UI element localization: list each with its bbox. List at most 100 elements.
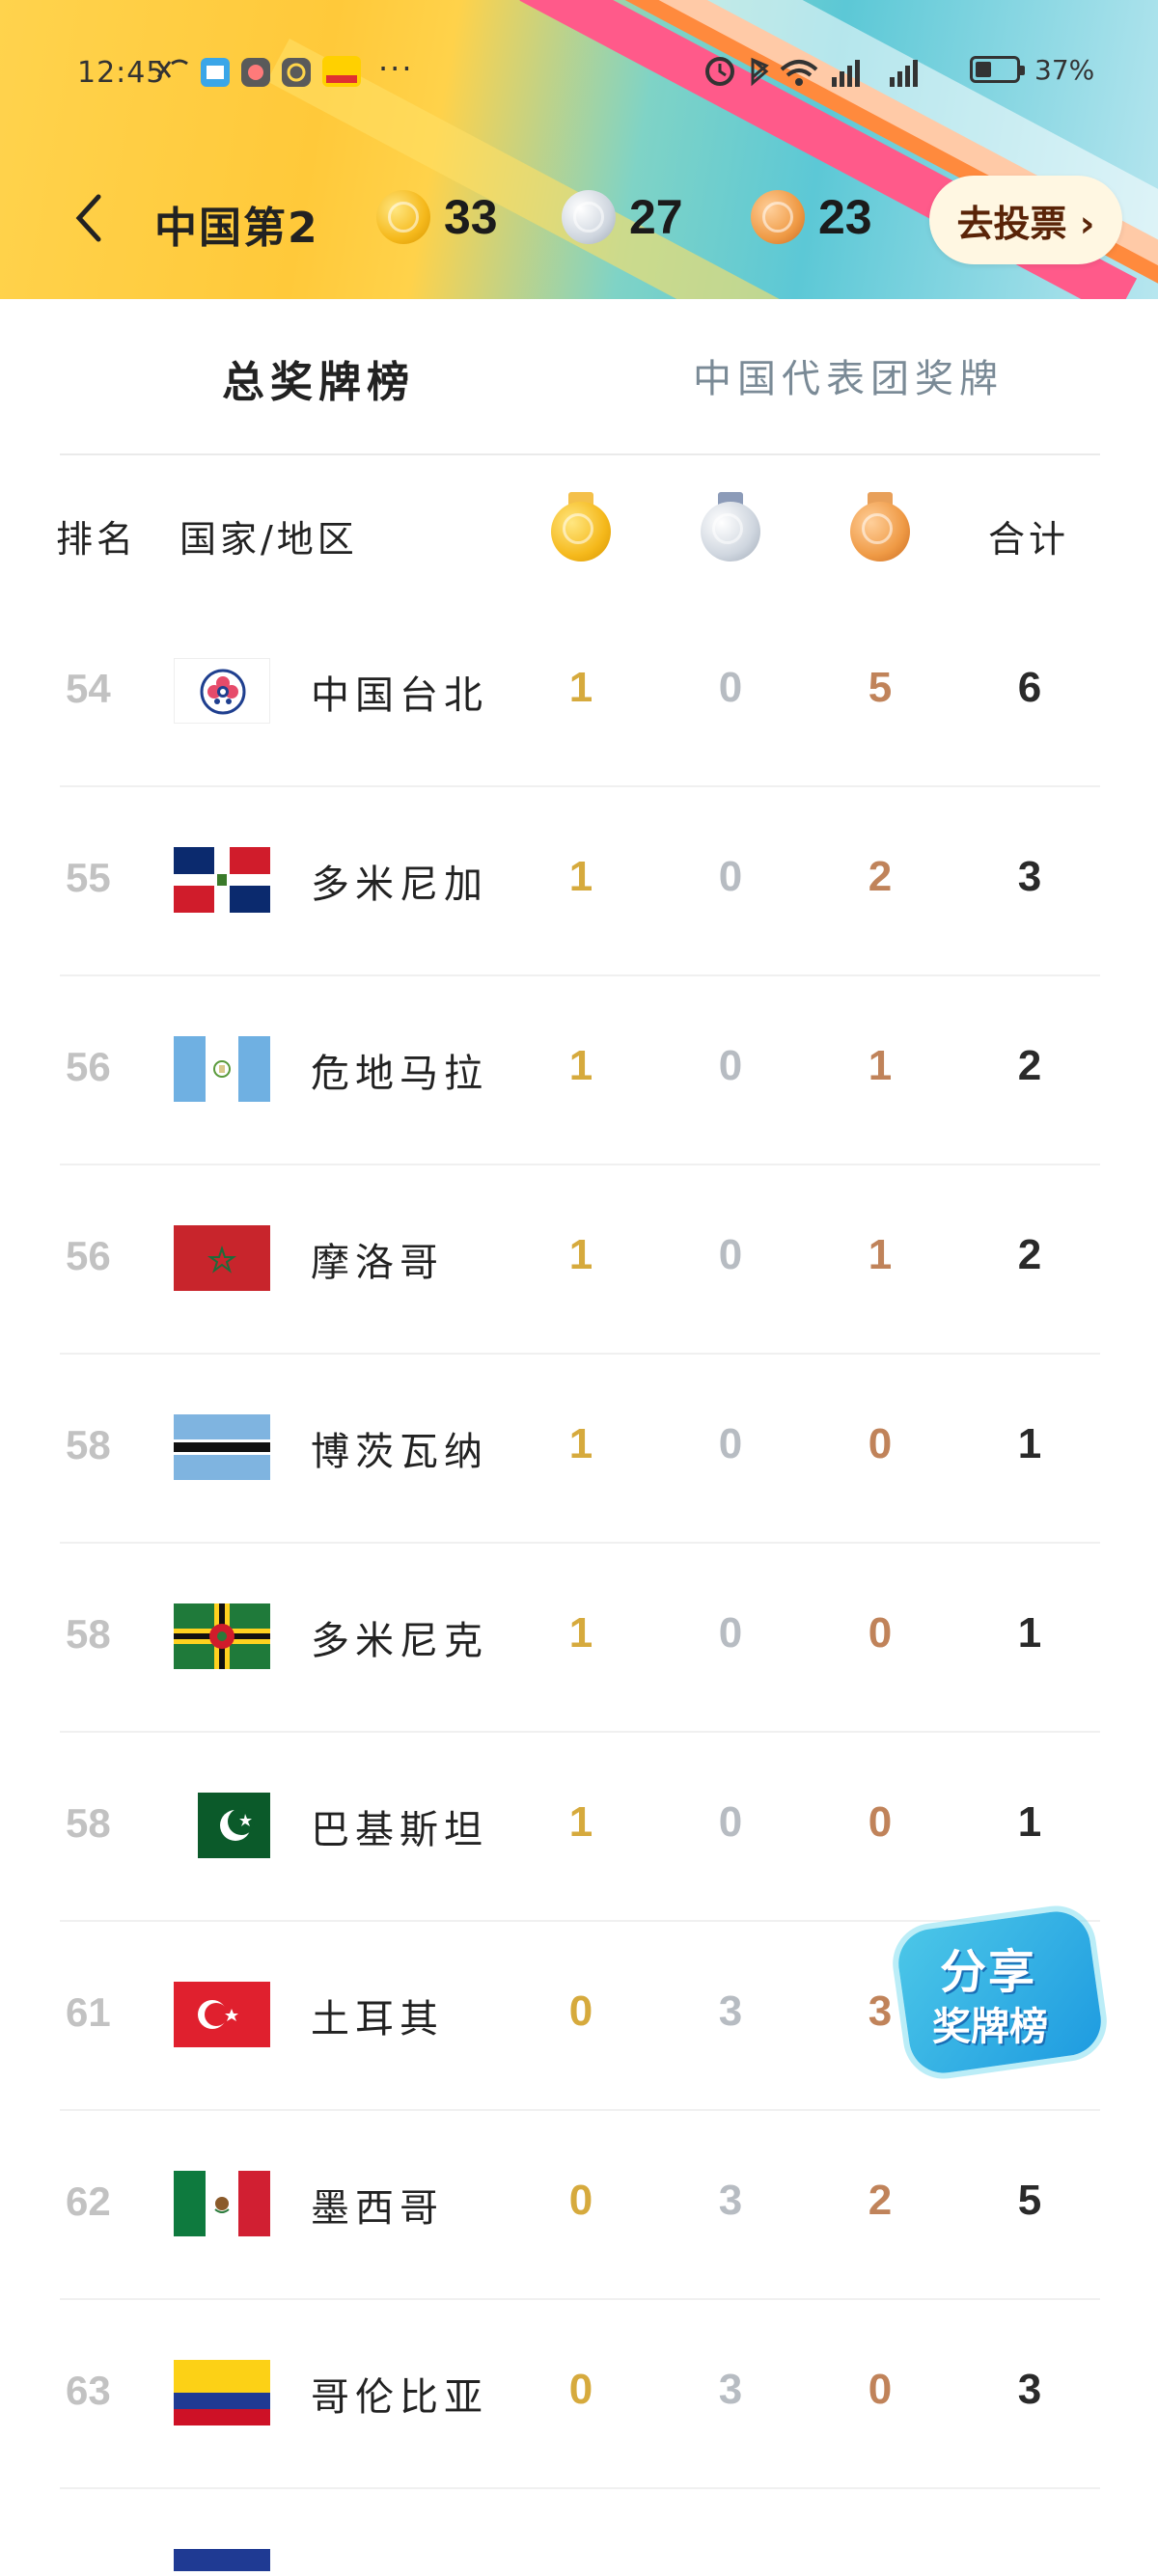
row-country-name: 多米尼克 (311, 1619, 488, 1663)
row-rank: 56 (66, 1044, 111, 1089)
row-silver: 3 (718, 2366, 743, 2413)
row-total: 2 (1017, 1042, 1042, 1089)
status-bar: 12:45 ··· 37% (0, 0, 1158, 135)
morocco-flag-icon (174, 1225, 270, 1291)
row-country-name: 土耳其 (311, 1997, 444, 2042)
table-row[interactable]: 56 危地马拉 1 0 1 2 (0, 976, 1158, 1165)
table-row[interactable]: 62 墨西哥 0 3 2 5 (0, 2111, 1158, 2300)
vote-button[interactable]: 去投票 › (929, 176, 1122, 264)
share-medal-board-button[interactable]: 分享 奖牌榜 (894, 1906, 1106, 2084)
battery-icon (970, 56, 1025, 83)
silver-medal-icon (562, 190, 616, 244)
table-header: 排名 国家/地区 合计 (0, 473, 1158, 598)
header-banner: 12:45 ··· 37% 中国第2 33 27 23 去投票 › (0, 0, 1158, 299)
more-notifications: ··· (378, 50, 414, 87)
row-total: 1 (1017, 1609, 1042, 1657)
tab-china-delegation[interactable]: 中国代表团奖牌 (693, 347, 1004, 403)
row-gold: 1 (568, 1798, 593, 1846)
row-gold: 0 (568, 1987, 593, 2035)
row-country-name: 墨西哥 (311, 2186, 444, 2231)
turkey-flag-icon (174, 1982, 270, 2047)
partial-flag-icon (174, 2549, 270, 2576)
table-row[interactable]: 54 中国台北 1 0 5 6 (0, 598, 1158, 787)
row-country-name: 摩洛哥 (311, 1241, 444, 1285)
gold-count-value: 33 (444, 190, 498, 244)
table-row[interactable]: 58 巴基斯坦 1 0 0 1 (0, 1733, 1158, 1922)
row-silver: 0 (718, 853, 743, 900)
row-country-name: 巴基斯坦 (311, 1808, 488, 1852)
tabs-divider (60, 453, 1100, 455)
row-gold: 1 (568, 1609, 593, 1657)
row-rank: 56 (66, 1233, 111, 1278)
row-gold: 1 (568, 1042, 593, 1089)
pakistan-flag-icon (174, 1793, 270, 1858)
row-total: 1 (1017, 1420, 1042, 1467)
share-label-line1: 分享 (940, 1945, 1037, 1999)
row-total: 3 (1017, 853, 1042, 900)
chevron-left-icon (75, 194, 101, 242)
bronze-medal-count: 23 (751, 183, 872, 251)
row-country-name: 中国台北 (311, 673, 488, 718)
silver-medal-count: 27 (562, 183, 683, 251)
share-label-line2: 奖牌榜 (932, 2005, 1048, 2049)
row-rank: 54 (66, 666, 111, 711)
row-rank: 58 (66, 1422, 111, 1467)
row-silver: 0 (718, 1798, 743, 1846)
row-bronze: 2 (868, 2177, 893, 2224)
header-country: 国家/地区 (179, 518, 358, 561)
chinese-taipei-flag-icon (174, 658, 270, 724)
mexico-flag-icon (174, 2171, 270, 2236)
row-silver: 3 (718, 2177, 743, 2224)
table-row[interactable]: 55 多米尼加 1 0 2 3 (0, 787, 1158, 976)
row-total: 5 (1017, 2177, 1042, 2224)
table-row[interactable]: 63 哥伦比亚 0 3 0 3 (0, 2300, 1158, 2489)
bronze-medal-icon (751, 190, 805, 244)
table-row[interactable]: 58 多米尼克 1 0 0 1 (0, 1544, 1158, 1733)
header-gold-medal-icon (551, 492, 611, 562)
table-row[interactable]: 58 博茨瓦纳 1 0 0 1 (0, 1355, 1158, 1544)
medal-tabs: 总奖牌榜 中国代表团奖牌 (0, 299, 1158, 453)
row-gold: 1 (568, 1420, 593, 1467)
dominica-flag-icon (174, 1603, 270, 1669)
row-silver: 0 (718, 1231, 743, 1278)
row-bronze: 0 (868, 2366, 893, 2413)
back-button[interactable] (69, 187, 108, 249)
botswana-flag-icon (174, 1414, 270, 1480)
colombia-flag-icon (174, 2360, 270, 2425)
silver-count-value: 27 (629, 190, 683, 244)
row-rank: 63 (66, 2368, 111, 2413)
row-gold: 1 (568, 1231, 593, 1278)
header-total: 合计 (988, 518, 1070, 561)
row-total: 6 (1017, 664, 1042, 711)
row-bronze: 0 (868, 1609, 893, 1657)
header-bronze-medal-icon (850, 492, 910, 562)
row-bronze: 0 (868, 1420, 893, 1467)
row-silver: 0 (718, 1420, 743, 1467)
bronze-count-value: 23 (818, 190, 872, 244)
row-total: 1 (1017, 1798, 1042, 1846)
row-bronze: 1 (868, 1231, 893, 1278)
row-rank: 62 (66, 2179, 111, 2224)
row-bronze: 1 (868, 1042, 893, 1089)
header-rank: 排名 (56, 518, 138, 561)
row-bronze: 5 (868, 664, 893, 711)
table-row-partial (0, 2489, 1158, 2576)
china-rank-title: 中国第2 (154, 204, 319, 253)
row-total: 2 (1017, 1231, 1042, 1278)
gold-medal-icon (376, 190, 430, 244)
row-gold: 1 (568, 853, 593, 900)
guatemala-flag-icon (174, 1036, 270, 1102)
tab-overall-medals[interactable]: 总奖牌榜 (222, 347, 415, 409)
row-country-name: 博茨瓦纳 (311, 1430, 488, 1474)
row-country-name: 哥伦比亚 (311, 2375, 488, 2420)
row-gold: 0 (568, 2177, 593, 2224)
dominican-republic-flag-icon (174, 847, 270, 913)
row-country-name: 多米尼加 (311, 863, 488, 907)
row-gold: 1 (568, 664, 593, 711)
table-row[interactable]: 56 摩洛哥 1 0 1 2 (0, 1165, 1158, 1355)
status-time: 12:45 (77, 56, 166, 90)
row-rank: 55 (66, 855, 111, 900)
gold-medal-count: 33 (376, 183, 498, 251)
battery-level: 37% (1034, 54, 1095, 86)
header-silver-medal-icon (701, 492, 760, 562)
